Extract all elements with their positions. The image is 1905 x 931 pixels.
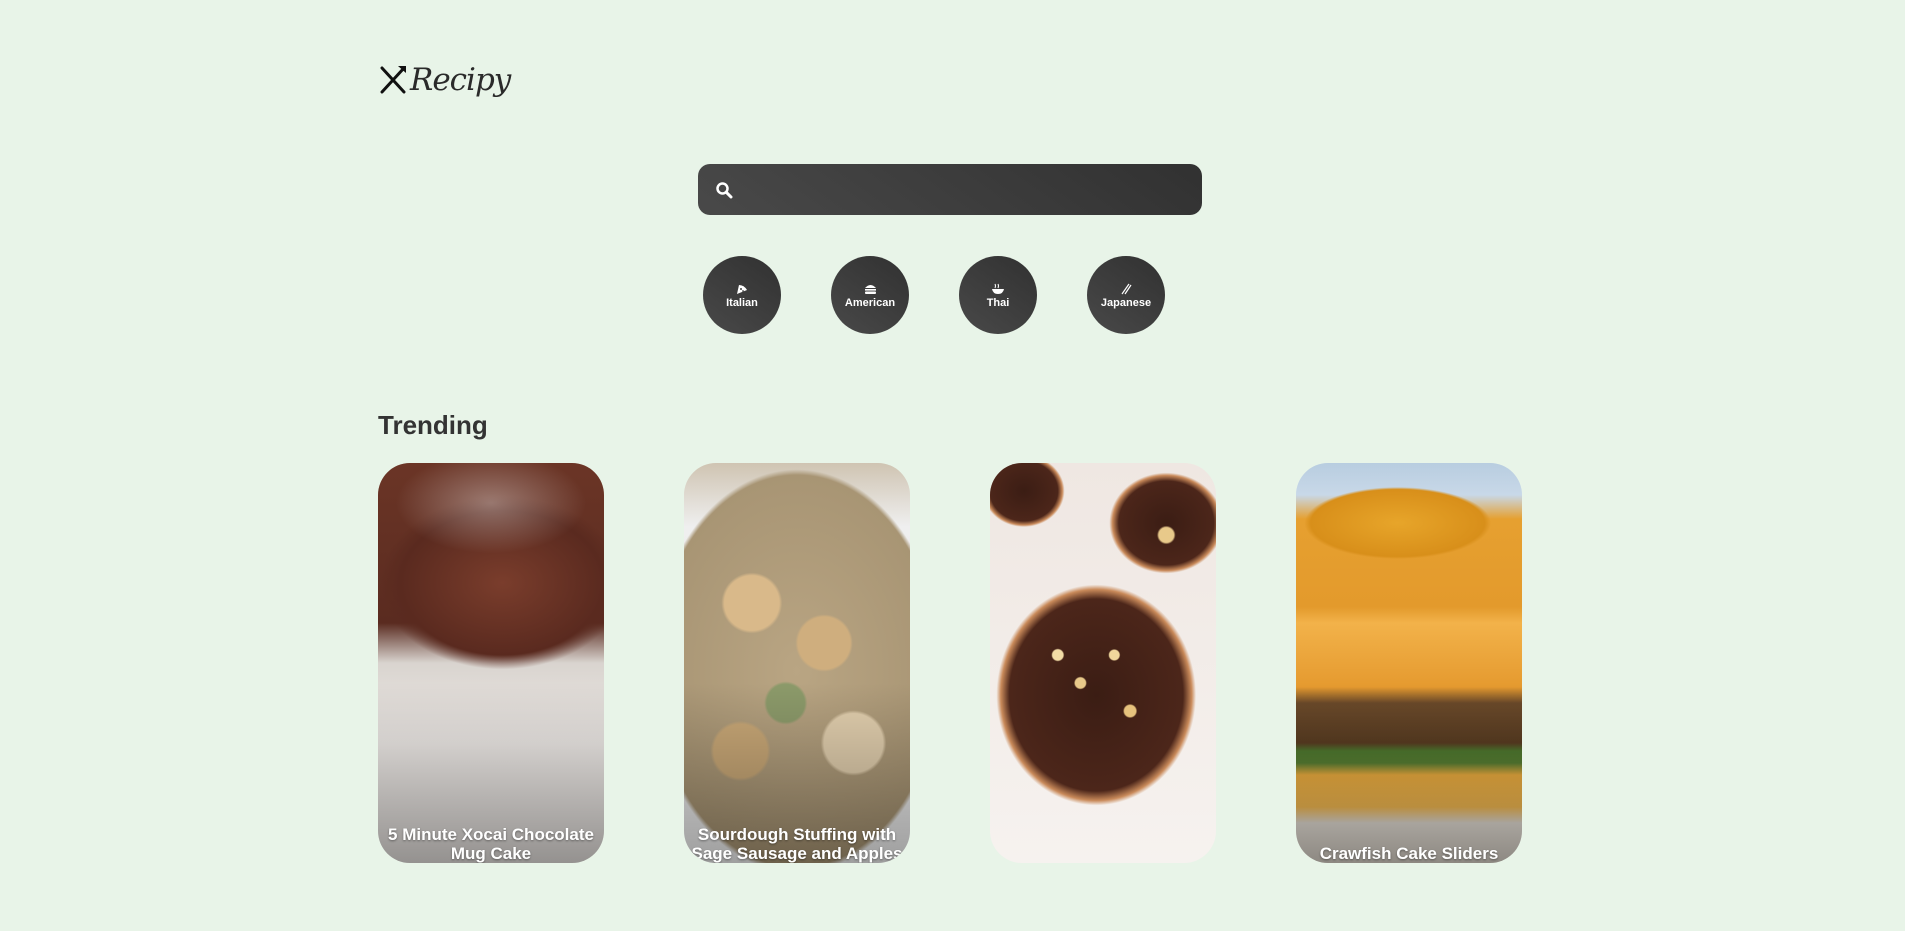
- cuisine-label: American: [844, 296, 896, 309]
- cuisine-label: Japanese: [1100, 296, 1152, 309]
- cuisine-japanese-button[interactable]: Japanese: [1087, 256, 1165, 334]
- cuisine-american-button[interactable]: American: [831, 256, 909, 334]
- page: Recipy Italian American Thai Japanese Tr…: [0, 0, 1905, 931]
- recipe-image: [990, 463, 1216, 863]
- recipe-card[interactable]: 5 Minute Xocai Chocolate Mug Cake: [378, 463, 604, 863]
- cuisine-italian-button[interactable]: Italian: [703, 256, 781, 334]
- logo-text: Recipy: [410, 62, 511, 98]
- card-overlay: [1296, 683, 1522, 863]
- chopsticks-icon: [1120, 282, 1132, 296]
- noodle-bowl-icon: [991, 282, 1005, 296]
- pizza-icon: [736, 282, 748, 296]
- recipe-card[interactable]: Sourdough Stuffing with Sage Sausage and…: [684, 463, 910, 863]
- cuisine-label: Thai: [986, 296, 1010, 309]
- hamburger-icon: [864, 282, 877, 296]
- recipe-title: Crawfish Cake Sliders: [1319, 844, 1499, 863]
- recipe-title: 5 Minute Xocai Chocolate Mug Cake: [388, 825, 594, 863]
- recipe-card[interactable]: [990, 463, 1216, 863]
- search-icon[interactable]: [714, 180, 734, 200]
- search-bar[interactable]: [698, 163, 1202, 216]
- recipe-card[interactable]: Crawfish Cake Sliders: [1296, 463, 1522, 863]
- trending-heading: Trending: [378, 410, 488, 440]
- recipe-title: Sourdough Stuffing with Sage Sausage and…: [691, 825, 903, 863]
- search-input[interactable]: [734, 163, 1202, 216]
- cuisine-thai-button[interactable]: Thai: [959, 256, 1037, 334]
- cuisine-label: Italian: [726, 296, 758, 309]
- fork-knife-icon: [378, 64, 408, 96]
- logo[interactable]: Recipy: [378, 62, 511, 98]
